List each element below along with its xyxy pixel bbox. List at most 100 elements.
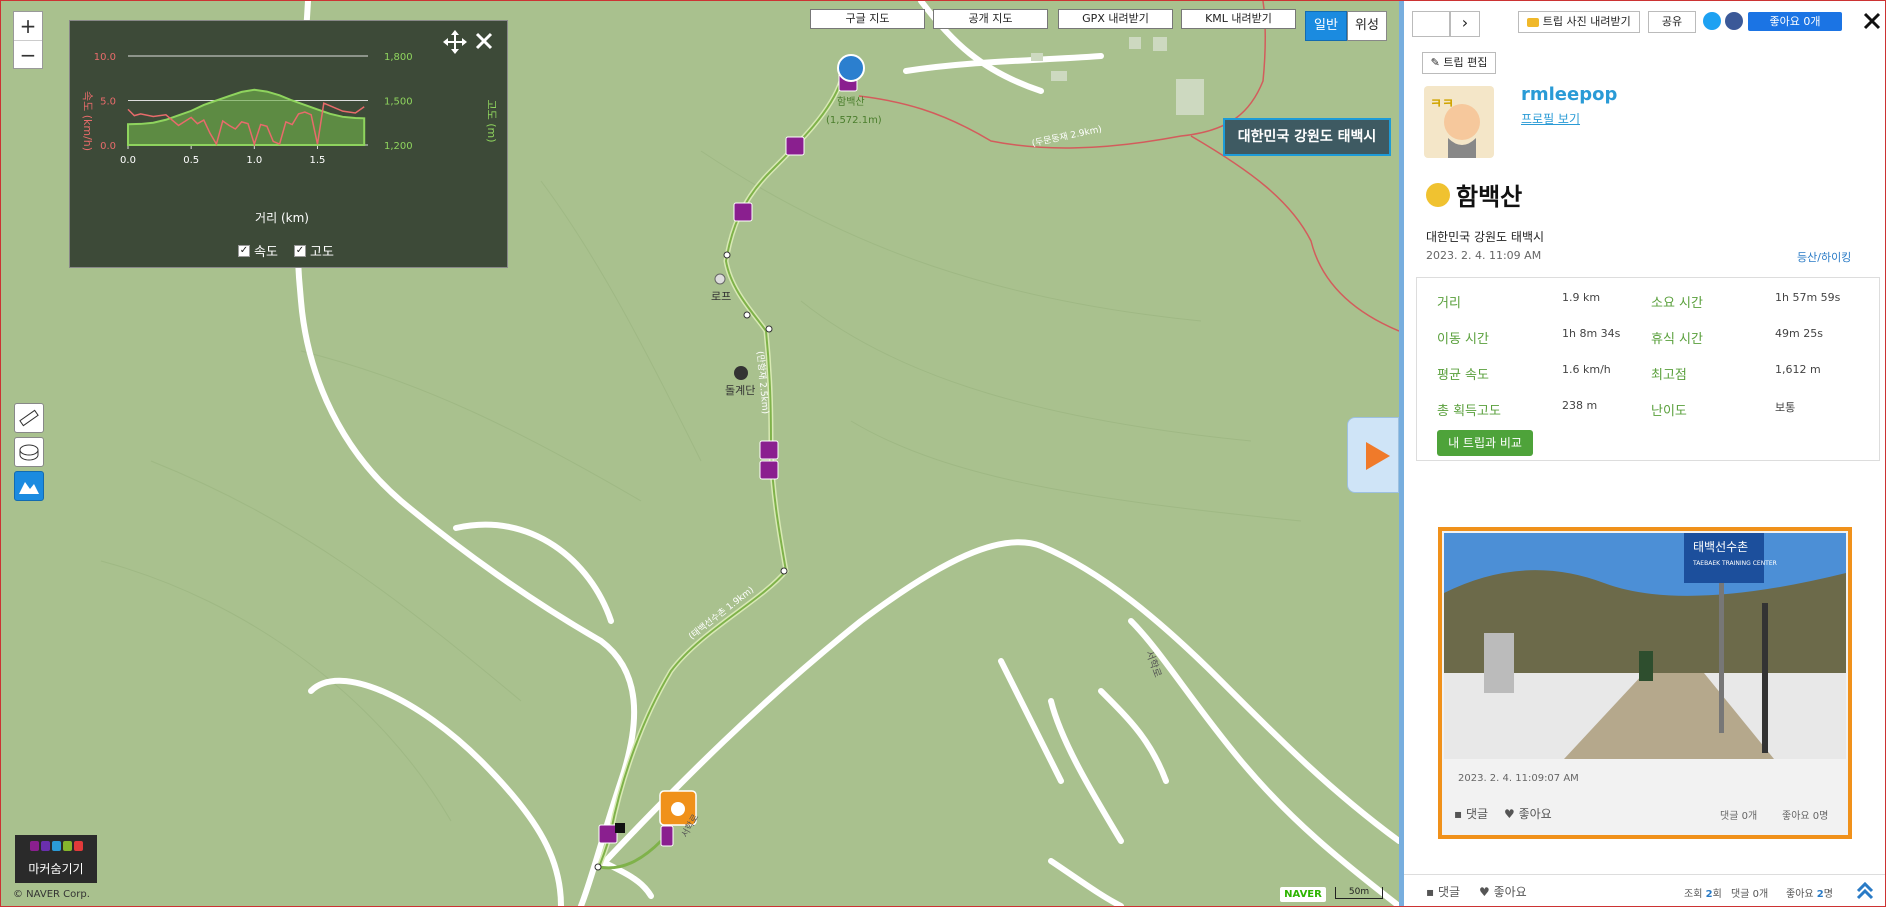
y-right-axis-label: 고도 (m) — [485, 99, 498, 142]
x-tick-label: 0.0 — [120, 155, 136, 166]
elevation-chart-button[interactable] — [14, 471, 44, 501]
elevation-checkbox-label: 고도 — [310, 245, 334, 260]
avatar-image: ㅋㅋ — [1430, 97, 1480, 158]
speed-checkbox[interactable]: ✓ 속도 — [238, 241, 278, 260]
photo-like-count: 좋아요 0명 — [1782, 811, 1829, 822]
avatar[interactable]: ㅋㅋ — [1424, 86, 1494, 158]
nav-next-button[interactable]: › — [1450, 11, 1480, 37]
zoom-control: + − — [13, 11, 43, 69]
peak-label: 함백산 — [837, 97, 865, 108]
checkbox-check[interactable]: ✓ — [238, 244, 250, 257]
svg-text:ㅋㅋ: ㅋㅋ — [1430, 97, 1454, 112]
facebook-like-button[interactable]: 좋아요 0개 — [1748, 12, 1842, 31]
gpx-download-button[interactable]: GPX 내려받기 — [1058, 9, 1173, 29]
photo-comment-button[interactable]: ▪ 댓글 — [1454, 805, 1488, 822]
marker-hide-toggle[interactable]: 마커숨기기 — [15, 835, 97, 883]
stat-rest-value: 49m 25s — [1775, 327, 1823, 340]
trip-date: 2023. 2. 4. 11:09 AM — [1426, 249, 1542, 262]
trip-stats-box: 거리 1.9 km 소요 시간 1h 57m 59s 이동 시간 1h 8m 3… — [1416, 277, 1880, 461]
map-type-normal[interactable]: 일반 — [1305, 11, 1347, 41]
sign-text: 태백선수촌 — [1693, 540, 1748, 554]
comment-icon: ▪ — [1454, 807, 1463, 821]
trip-photo-download-label: 트립 사진 내려받기 — [1542, 15, 1631, 28]
photo-timestamp: 2023. 2. 4. 11:09:07 AM — [1458, 773, 1579, 784]
ruler-tool-button[interactable] — [14, 403, 44, 433]
footer-like-count-label: 좋아요 — [1786, 889, 1814, 900]
footer-like-count-unit: 명 — [1823, 889, 1833, 900]
x-axis-label: 거리 (km) — [255, 211, 309, 225]
play-triangle-icon — [1366, 442, 1390, 470]
photo-like-label: 좋아요 — [1518, 807, 1552, 821]
sidebar-close-button[interactable] — [1862, 11, 1882, 34]
y-left-tick-label: 0.0 — [100, 141, 116, 152]
naver-logo: NAVER — [1280, 887, 1326, 902]
profile-link[interactable]: 프로필 보기 — [1521, 110, 1580, 127]
x-tick-label: 1.5 — [310, 155, 326, 166]
stat-max-value: 1,612 m — [1775, 363, 1821, 376]
compare-trip-button[interactable]: 내 트립과 비교 — [1437, 430, 1533, 456]
username-link[interactable]: rmleepop — [1521, 84, 1617, 105]
ruler-icon — [19, 409, 39, 427]
move-panel-button[interactable] — [442, 29, 468, 58]
pencil-icon: ✎ — [1430, 56, 1440, 69]
activity-type: 등산/하이킹 — [1797, 251, 1852, 264]
area-tool-button[interactable] — [14, 437, 44, 467]
y-left-axis-label: 속도 (km/h) — [81, 91, 94, 151]
stat-moving-label: 이동 시간 — [1437, 332, 1489, 347]
footer-comment-label: 댓글 — [1437, 885, 1461, 899]
facebook-icon[interactable] — [1725, 12, 1743, 30]
stat-difficulty-label: 난이도 — [1651, 404, 1687, 419]
comment-icon: ▪ — [1426, 885, 1435, 899]
x-tick-label: 0.5 — [183, 155, 199, 166]
footer-like-label: 좋아요 — [1493, 885, 1527, 899]
view-count-unit: 회 — [1712, 889, 1722, 900]
location-callout: 대한민국 강원도 태백시 — [1223, 118, 1391, 156]
zoom-in-button[interactable]: + — [14, 12, 42, 40]
marker-toggle-label: 마커숨기기 — [28, 862, 84, 876]
stat-distance-label: 거리 — [1437, 296, 1461, 311]
photo-like-button[interactable]: ♥ 좋아요 — [1504, 805, 1552, 822]
trip-title: 함백산 — [1456, 183, 1523, 211]
stat-gain-label: 총 획득고도 — [1437, 404, 1501, 419]
footer-comment-button[interactable]: ▪ 댓글 — [1426, 883, 1460, 900]
heart-icon: ♥ — [1504, 807, 1515, 821]
photo-card[interactable]: 태백선수촌 TAEBAEK TRAINING CENTER 2023. 2. 4… — [1438, 527, 1852, 839]
zoom-out-button[interactable]: − — [14, 40, 42, 68]
trip-footer: ▪ 댓글 ♥ 좋아요 조회 2회 댓글 0개 좋아요 2명 — [1404, 874, 1885, 906]
google-map-button[interactable]: 구글 지도 — [810, 9, 925, 29]
edit-trip-button[interactable]: ✎ 트립 편집 — [1422, 52, 1496, 74]
elevation-checkbox[interactable]: ✓ 고도 — [294, 241, 334, 260]
trip-photo-download-button[interactable]: 트립 사진 내려받기 — [1518, 11, 1640, 33]
checkbox-check[interactable]: ✓ — [294, 244, 306, 257]
map-type-satellite[interactable]: 위성 — [1347, 11, 1387, 41]
kml-download-button[interactable]: KML 내려받기 — [1181, 9, 1296, 29]
share-button[interactable]: 공유 — [1648, 11, 1696, 33]
stat-time-value: 1h 57m 59s — [1775, 291, 1841, 304]
photo-comment-label: 댓글 — [1465, 807, 1489, 821]
speed-checkbox-label: 속도 — [254, 245, 278, 260]
nav-prev-button[interactable] — [1412, 11, 1450, 37]
trip-sidebar: › 트립 사진 내려받기 공유 좋아요 0개 ✎ 트립 편집 ㅋㅋ rmleep… — [1399, 1, 1885, 906]
footer-like-button[interactable]: ♥ 좋아요 — [1479, 883, 1527, 900]
view-count-label: 조회 — [1684, 889, 1703, 900]
trailhead-photo: 태백선수촌 TAEBAEK TRAINING CENTER — [1444, 533, 1846, 759]
photo-thumbnail[interactable]: 태백선수촌 TAEBAEK TRAINING CENTER — [1444, 533, 1846, 759]
stat-difficulty-value: 보통 — [1775, 401, 1796, 414]
close-panel-button[interactable] — [474, 31, 494, 54]
marker-color-icons — [15, 835, 97, 854]
stat-gain-value: 238 m — [1562, 399, 1598, 412]
y-left-tick-label: 10.0 — [94, 52, 116, 63]
public-map-button[interactable]: 공개 지도 — [933, 9, 1048, 29]
scroll-top-button[interactable] — [1854, 879, 1876, 904]
twitter-icon[interactable] — [1703, 12, 1721, 30]
sidebar-toggle-tab[interactable] — [1347, 417, 1399, 493]
scale-bar: 50m — [1335, 887, 1383, 899]
move-icon — [443, 30, 467, 54]
footer-comment-count: 댓글 0개 — [1731, 889, 1769, 900]
stairs-label: 돌계단 — [725, 384, 756, 397]
trip-location: 대한민국 강원도 태백시 — [1426, 230, 1545, 244]
stat-distance-value: 1.9 km — [1562, 291, 1601, 304]
stat-speed-label: 평균 속도 — [1437, 368, 1489, 383]
map-canvas[interactable]: 함백산 (1,572.1m) 로프 돌계단 서학로 서학로 (태백선수촌 1.9… — [1, 1, 1399, 906]
summit-marker[interactable] — [837, 54, 865, 82]
